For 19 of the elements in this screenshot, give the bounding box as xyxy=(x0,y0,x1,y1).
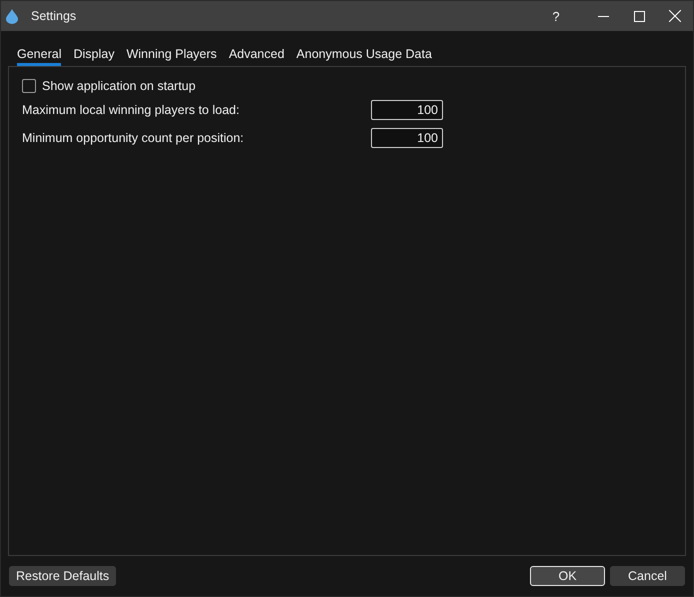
cancel-button[interactable]: Cancel xyxy=(610,566,685,586)
number-field[interactable]: 100 xyxy=(371,128,443,148)
restore-defaults-button[interactable]: Restore Defaults xyxy=(9,566,116,586)
number-field[interactable]: 100 xyxy=(371,100,443,120)
tab[interactable]: Advanced xyxy=(228,47,284,66)
close-icon xyxy=(669,10,681,22)
tab[interactable]: Winning Players xyxy=(126,47,217,66)
tab[interactable]: Anonymous Usage Data xyxy=(296,47,432,66)
maximize-icon xyxy=(634,10,644,22)
tab[interactable]: General xyxy=(17,47,62,66)
checkbox[interactable] xyxy=(22,79,36,93)
help-button[interactable]: ? xyxy=(548,8,564,24)
water-drop-icon xyxy=(6,8,18,24)
tab[interactable]: Display xyxy=(73,47,114,66)
field-label: Minimum opportunity count per position: xyxy=(22,131,245,145)
checkbox-label: Show application on startup xyxy=(42,79,196,93)
field-label: Maximum local winning players to load: xyxy=(22,103,240,117)
window-title: Settings xyxy=(31,9,76,23)
ok-button[interactable]: OK xyxy=(530,566,605,586)
